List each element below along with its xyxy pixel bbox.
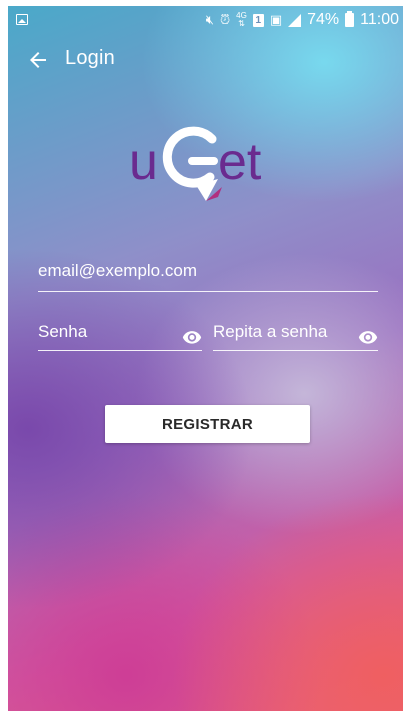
app-toolbar: Login [8,38,403,78]
alarm-icon: ⏰︎ [220,12,231,27]
logo-text-left: u [129,133,158,191]
battery-percent: 74% [307,11,340,28]
app-screen: 🔇︎ ⏰︎ 4G ⇅ 1 ▣ 74% 11:00 Login u et emai… [8,6,403,711]
logo-text-right: et [218,133,262,191]
signal-strength-icon [288,13,302,27]
password-input[interactable] [38,322,168,342]
clock: 11:00 [360,11,399,28]
confirm-password-input[interactable] [213,322,353,342]
wifi-box-icon: ▣ [269,12,283,27]
confirm-password-underline [213,350,378,351]
email-underline [38,291,378,292]
confirm-password-field-container [213,322,378,351]
image-notification-icon [16,14,28,25]
network-type: 4G ⇅ [236,12,247,28]
arrow-left-icon[interactable] [26,48,50,72]
data-arrows-icon: ⇅ [238,19,245,28]
toolbar-title: Login [65,47,115,69]
battery-charging-icon [345,11,355,27]
password-field-container [38,322,202,351]
eye-icon[interactable] [358,330,378,344]
password-underline [38,350,202,351]
sim-slot-badge: 1 [252,13,264,27]
email-input[interactable] [38,261,378,281]
status-icons: 🔇︎ ⏰︎ 4G ⇅ 1 ▣ 74% 11:00 [206,11,399,29]
register-button[interactable]: REGISTRAR [105,405,310,443]
email-field-container [38,261,378,292]
status-bar: 🔇︎ ⏰︎ 4G ⇅ 1 ▣ 74% 11:00 [8,6,403,36]
eye-icon[interactable] [182,330,202,344]
mute-icon: 🔇︎ [205,12,214,27]
uget-logo: u et [129,126,262,201]
